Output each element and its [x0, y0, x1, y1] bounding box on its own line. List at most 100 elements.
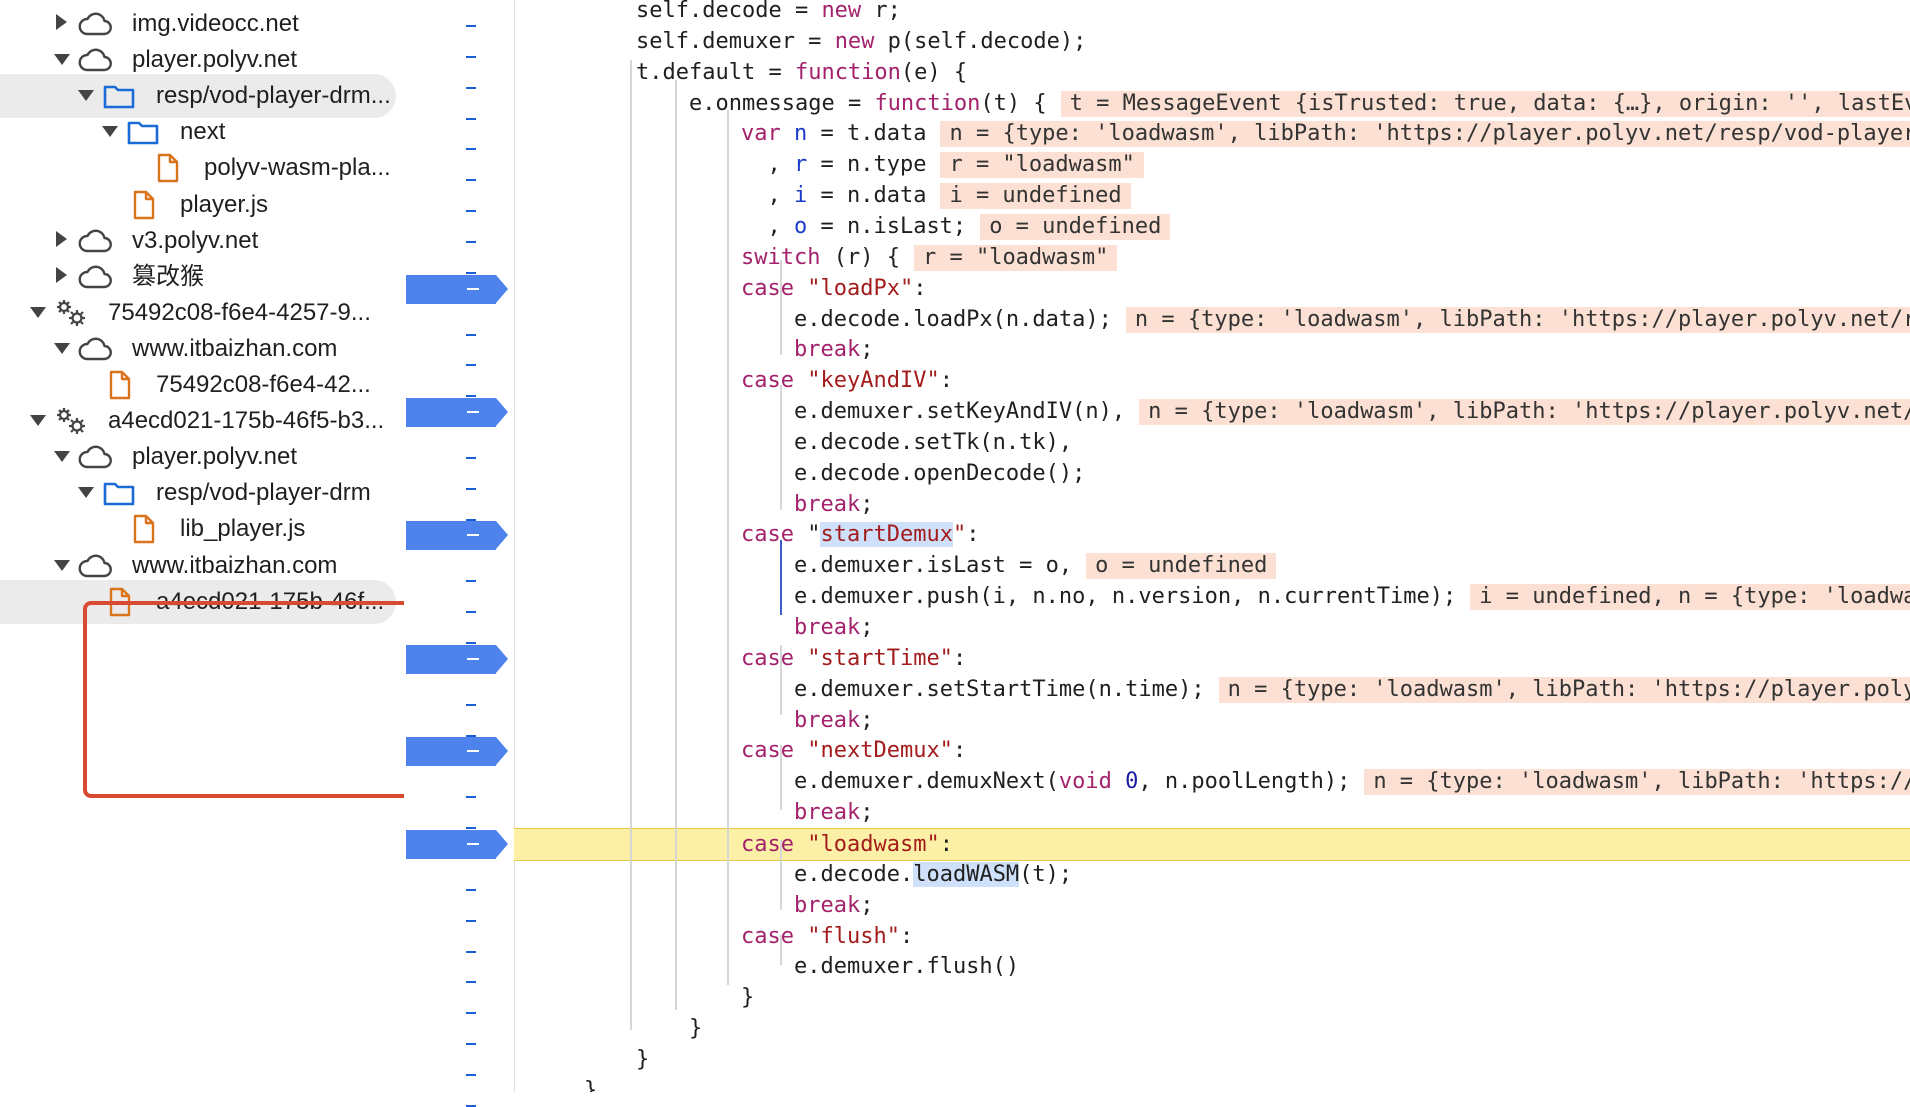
gutter-line-marker[interactable] [466, 1043, 476, 1046]
gutter-line-marker[interactable] [466, 518, 476, 521]
code-line[interactable]: e.onmessage = function(t) {t = MessageEv… [514, 88, 1910, 119]
code-line[interactable]: case "flush": [514, 921, 1910, 952]
code-line[interactable]: self.decode = new r; [514, 0, 1910, 26]
gutter-line-marker[interactable] [466, 179, 476, 182]
code-text: }, [584, 1077, 611, 1092]
code-line[interactable]: e.decode.loadPx(n.data); n = {type: 'load… [514, 304, 1910, 335]
code-line[interactable]: e.decode.loadWASM(t); [514, 859, 1910, 890]
code-line[interactable]: e.decode.setTk(n.tk), [514, 427, 1910, 458]
collapse-arrow-icon[interactable] [54, 342, 70, 354]
tree-item-label: 75492c08-f6e4-4257-9... [108, 298, 371, 326]
gutter-line-marker[interactable] [466, 395, 476, 398]
code-line[interactable]: , r = n.type r = "loadwasm" [514, 149, 1910, 180]
code-line[interactable]: case "startTime": [514, 643, 1910, 674]
gutter-line-marker[interactable] [466, 611, 476, 614]
gutter-line-marker[interactable] [466, 580, 476, 583]
code-line[interactable]: case "loadPx": [514, 273, 1910, 304]
code-line[interactable]: e.demuxer.isLast = o, o = undefined [514, 550, 1910, 581]
breakpoint-marker[interactable] [406, 737, 508, 767]
breakpoint-marker[interactable] [406, 274, 508, 304]
code-line[interactable]: t.default = function(e) { [514, 57, 1910, 88]
collapse-arrow-icon[interactable] [102, 126, 118, 138]
tree-item-label: 篡改猴 [132, 262, 204, 290]
gutter-line-marker[interactable] [466, 734, 476, 737]
gutter-line-marker[interactable] [466, 888, 476, 891]
indent-guide [780, 645, 782, 715]
collapse-arrow-icon[interactable] [78, 90, 94, 102]
collapse-arrow-icon[interactable] [78, 487, 94, 499]
code-line[interactable]: e.demuxer.setKeyAndIV(n), n = {type: 'loa… [514, 396, 1910, 427]
code-line[interactable]: break; [514, 797, 1910, 828]
tree-item-label: v3.polyv.net [132, 226, 259, 254]
gutter-line-marker[interactable] [466, 55, 476, 58]
code-line[interactable]: } [514, 982, 1910, 1013]
gutter-line-marker[interactable] [466, 1073, 476, 1076]
expand-arrow-icon[interactable] [56, 266, 67, 283]
breakpoint-marker[interactable] [406, 398, 508, 428]
code-line[interactable]: break; [514, 612, 1910, 643]
code-line[interactable]: break; [514, 489, 1910, 520]
collapse-arrow-icon[interactable] [54, 559, 70, 571]
collapse-arrow-icon[interactable] [54, 451, 70, 463]
expand-arrow-icon[interactable] [56, 14, 67, 30]
breakpoint-marker[interactable] [406, 644, 508, 674]
gutter-line-marker[interactable] [466, 271, 476, 274]
code-line[interactable]: }, [514, 1075, 1910, 1092]
tree-item-label: www.itbaizhan.com [132, 334, 338, 362]
inline-variable-value: i = undefined, n = {type: 'loadwasm', li… [1470, 584, 1910, 611]
code-line[interactable]: case "startDemux": [514, 519, 1910, 550]
code-line[interactable]: break; [514, 334, 1910, 365]
gutter-line-marker[interactable] [466, 919, 476, 922]
paused-execution-line[interactable]: case "loadwasm": [514, 827, 1910, 861]
code-line[interactable]: var n = t.data n = {type: 'loadwasm', lib… [514, 118, 1910, 149]
code-line[interactable]: } [514, 1013, 1910, 1044]
gutter-line-marker[interactable] [466, 240, 476, 243]
code-line[interactable]: self.demuxer = new p(self.decode); [514, 26, 1910, 57]
gutter-line-marker[interactable] [466, 796, 476, 799]
code-line[interactable]: , i = n.data i = undefined [514, 180, 1910, 211]
code-line[interactable]: e.decode.openDecode(); [514, 458, 1910, 489]
tree-item-label: resp/vod-player-drm [156, 479, 371, 507]
code-line[interactable]: switch (r) {r = "loadwasm" [514, 242, 1910, 273]
collapse-arrow-icon[interactable] [30, 306, 46, 318]
gutter-line-marker[interactable] [466, 1104, 476, 1107]
gutter-line-marker[interactable] [466, 487, 476, 490]
gutter-line-marker[interactable] [466, 1012, 476, 1015]
gutter-line-marker[interactable] [466, 86, 476, 89]
gutter-line-marker[interactable] [466, 364, 476, 367]
gears-icon [54, 298, 88, 328]
code-text: var n = t.data n = {type: 'loadwasm', lib… [741, 118, 1910, 149]
expand-arrow-icon[interactable] [56, 230, 67, 247]
code-line[interactable]: } [514, 1044, 1910, 1075]
code-line[interactable]: break; [514, 705, 1910, 736]
code-line[interactable]: case "nextDemux": [514, 735, 1910, 766]
gutter-line-marker[interactable] [466, 950, 476, 953]
code-line[interactable]: e.demuxer.push(i, n.no, n.version, n.cur… [514, 581, 1910, 612]
code-text: e.decode.loadPx(n.data); n = {type: 'load… [794, 304, 1910, 335]
inline-variable-value: r = "loadwasm" [913, 244, 1118, 271]
gutter-line-marker[interactable] [466, 117, 476, 120]
gutter-line-marker[interactable] [466, 25, 476, 27]
gutter-line-marker[interactable] [466, 642, 476, 644]
code-line[interactable]: e.demuxer.setStartTime(n.time); n = {type… [514, 674, 1910, 705]
collapse-arrow-icon[interactable] [30, 415, 46, 427]
code-line[interactable]: e.demuxer.demuxNext(void 0, n.poolLength… [514, 766, 1910, 797]
gutter-line-marker[interactable] [466, 827, 476, 830]
tree-item-label: www.itbaizhan.com [132, 551, 338, 579]
code-line[interactable]: break; [514, 890, 1910, 921]
code-text: case "startTime": [741, 645, 967, 671]
cloud-icon [78, 551, 112, 581]
code-line[interactable]: , o = n.isLast; o = undefined [514, 211, 1910, 242]
code-line[interactable]: e.demuxer.flush() [514, 951, 1910, 982]
breakpoint-marker[interactable] [406, 829, 508, 859]
gutter-line-marker[interactable] [466, 148, 476, 151]
gutter-line-marker[interactable] [466, 210, 476, 213]
code-editor[interactable]: self.decode = new r; self.demuxer = new p… [514, 0, 1910, 1092]
gutter-line-marker[interactable] [466, 981, 476, 984]
collapse-arrow-icon[interactable] [54, 54, 70, 66]
gutter-line-marker[interactable] [466, 333, 476, 336]
breakpoint-marker[interactable] [406, 521, 508, 551]
gutter-line-marker[interactable] [466, 456, 476, 459]
code-line[interactable]: case "keyAndIV": [514, 365, 1910, 396]
gutter-line-marker[interactable] [466, 703, 476, 706]
